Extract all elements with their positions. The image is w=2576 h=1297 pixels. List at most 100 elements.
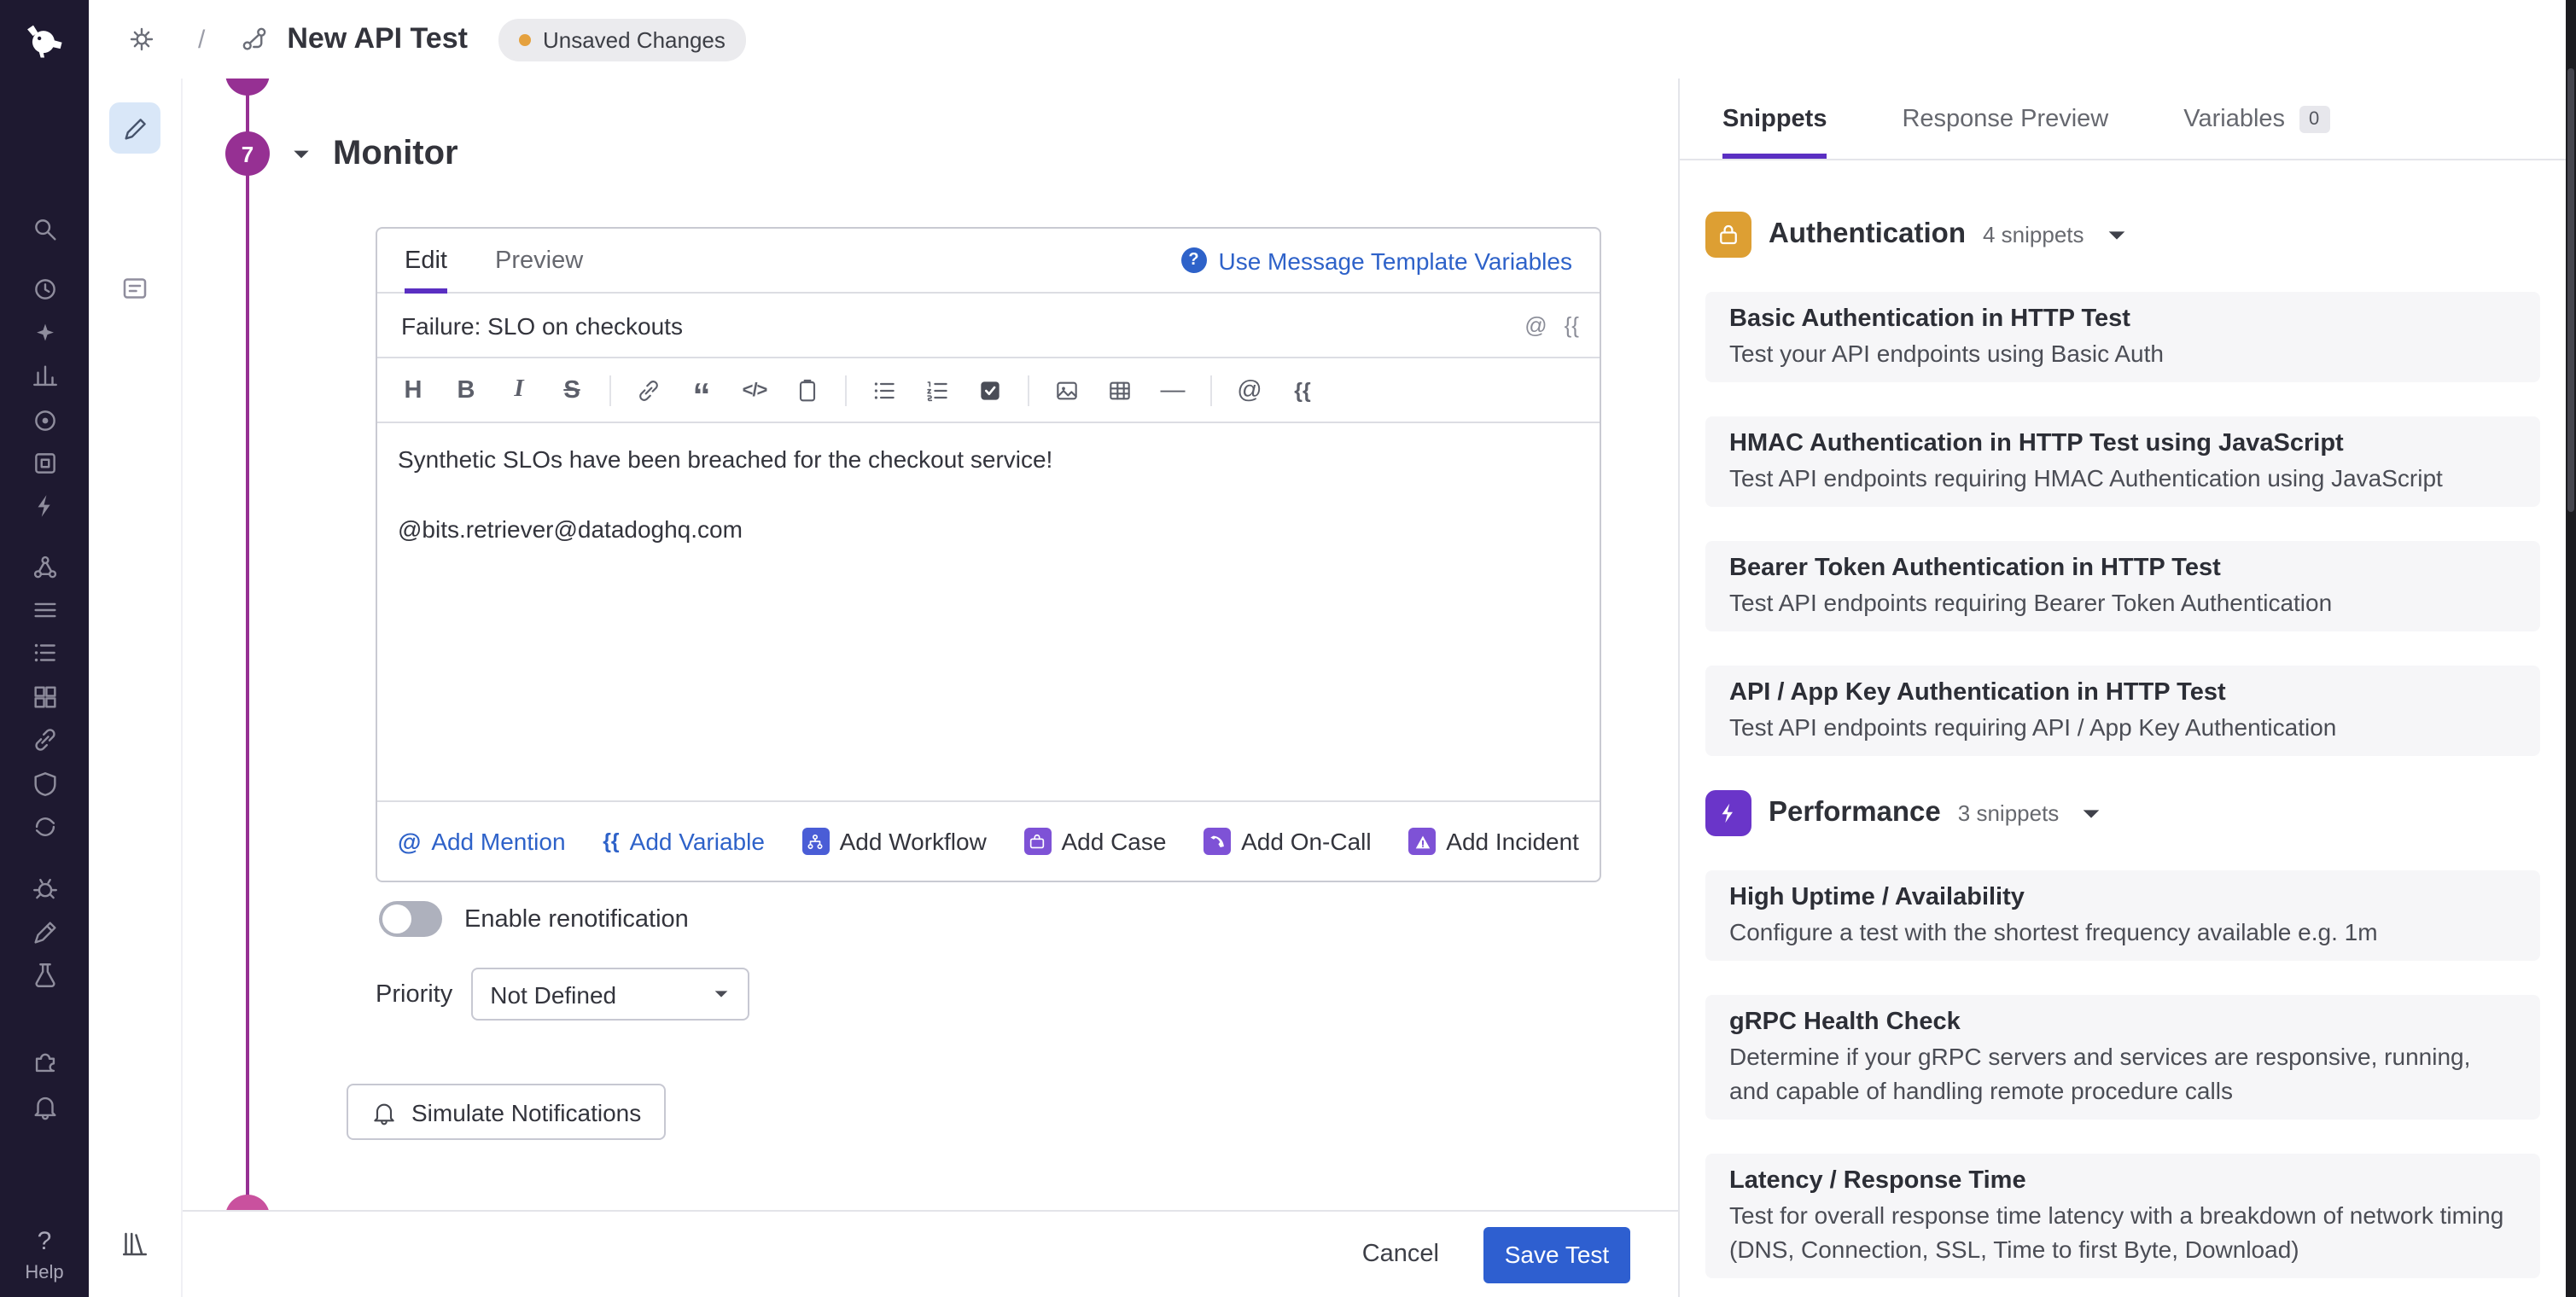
sparkles-icon[interactable] [0,312,89,353]
variable-hint-icon[interactable]: {{ [1565,312,1579,338]
metrics-icon[interactable] [0,399,89,440]
snippet-item[interactable]: API / App Key Authentication in HTTP Tes… [1705,666,2540,756]
template-variables-link[interactable]: ? Use Message Template Variables [1180,247,1572,274]
scrollbar-thumb[interactable] [2567,68,2574,512]
logs-icon[interactable] [0,631,89,672]
pipelines-icon[interactable] [0,589,89,630]
step-number-badge: 7 [225,131,270,176]
renotification-row: Enable renotification [379,901,689,937]
mention-icon[interactable]: @ [1234,373,1265,407]
code-block-icon[interactable] [792,373,823,407]
snippet-item[interactable]: Bearer Token Authentication in HTTP Test… [1705,541,2540,631]
checkbox-icon[interactable] [975,373,1005,407]
authentication-icon [1705,212,1751,258]
chevron-down-icon[interactable] [2079,801,2103,825]
help-circle-icon: ? [1180,247,1206,273]
tab-edit[interactable]: Edit [405,229,447,292]
datadog-logo[interactable] [0,15,89,67]
sync-icon[interactable] [0,806,89,846]
message-body-editor[interactable]: Synthetic SLOs have been breached for th… [377,423,1600,802]
links-icon[interactable] [0,718,89,759]
section-title: Authentication [1769,218,1966,251]
step-rail-line [246,79,249,1273]
software-icon[interactable] [0,676,89,717]
variable-icon[interactable]: {{ [1287,373,1318,407]
incident-icon [1408,828,1436,855]
add-case-button[interactable]: Add Case [1023,828,1166,855]
help-icon[interactable]: ? [0,1229,89,1256]
apm-icon[interactable] [0,485,89,526]
table-icon[interactable] [1104,373,1135,407]
strikethrough-button[interactable]: S [557,373,587,407]
numbered-list-icon[interactable] [922,373,953,407]
snippet-item[interactable]: HMAC Authentication in HTTP Test using J… [1705,416,2540,507]
library-icon[interactable] [89,1229,181,1259]
security-icon[interactable] [0,763,89,804]
dashboards-icon[interactable] [0,355,89,396]
horizontal-rule-icon[interactable]: — [1157,373,1188,407]
help-section[interactable]: ? Help [0,1229,89,1283]
snippet-item[interactable]: Basic Authentication in HTTP Test Test y… [1705,292,2540,382]
image-icon[interactable] [1052,373,1082,407]
snippet-item[interactable]: Latency / Response Time Test for overall… [1705,1154,2540,1278]
variables-count-badge: 0 [2299,105,2329,132]
code-icon[interactable]: </> [739,373,770,407]
synthetics-icon[interactable] [0,911,89,952]
simulate-notifications-button[interactable]: Simulate Notifications [347,1084,665,1140]
add-workflow-button[interactable]: Add Workflow [802,828,987,855]
lab-icon[interactable] [0,954,89,995]
tab-response-preview[interactable]: Response Preview [1902,79,2108,159]
chevron-down-icon[interactable] [2105,223,2129,247]
message-line: @bits.retriever@datadoghq.com [398,514,1579,546]
error-tracking-icon[interactable] [0,867,89,908]
subject-hints: @ {{ [1524,312,1579,338]
snippet-item[interactable]: High Uptime / Availability Configure a t… [1705,870,2540,961]
tab-preview[interactable]: Preview [495,229,583,292]
settings-gear-icon[interactable] [126,24,157,55]
bullet-list-icon[interactable] [869,373,900,407]
save-test-button[interactable]: Save Test [1483,1226,1630,1282]
bell-icon [370,1098,398,1125]
add-mention-button[interactable]: @ Add Mention [398,828,566,855]
service-map-icon[interactable] [0,546,89,587]
infrastructure-icon[interactable] [0,442,89,483]
renotification-label: Enable renotification [464,905,689,933]
link-icon[interactable] [633,373,664,407]
test-config-icon[interactable] [89,273,181,304]
status-badge: Unsaved Changes [498,18,746,61]
bold-button[interactable]: B [451,373,481,407]
step-title: Monitor [333,134,458,173]
oncall-icon [1203,828,1231,855]
notifications-icon[interactable] [0,1085,89,1126]
snippets-list: Authentication 4 snippets Basic Authenti… [1680,160,2566,1278]
heading-button[interactable]: H [398,373,428,407]
quote-icon[interactable]: “ [686,366,717,414]
section-header-performance: Performance 3 snippets [1705,790,2540,836]
editor-tabs: Edit Preview ? Use Message Template Vari… [377,229,1600,294]
search-icon[interactable] [0,208,89,249]
section-header-authentication: Authentication 4 snippets [1705,212,2540,258]
integrations-icon[interactable] [0,1041,89,1082]
add-oncall-button[interactable]: Add On-Call [1203,828,1372,855]
message-line: Synthetic SLOs have been breached for th… [398,444,1579,476]
tab-snippets[interactable]: Snippets [1722,79,1827,159]
priority-select[interactable]: Not Defined [471,968,749,1021]
subject-input[interactable] [398,310,1524,340]
unsaved-dot-icon [519,33,531,45]
formatting-toolbar: H B I S “ </> — @ {{ [377,358,1600,423]
history-icon[interactable] [0,268,89,309]
mention-hint-icon[interactable]: @ [1524,312,1547,338]
italic-button[interactable]: I [504,373,534,407]
add-incident-button[interactable]: Add Incident [1408,828,1579,855]
tab-variables[interactable]: Variables 0 [2183,79,2329,159]
snippets-panel: Snippets Response Preview Variables 0 Au… [1680,79,2566,1297]
add-variable-button[interactable]: {{ Add Variable [603,828,765,855]
collapse-chevron-icon[interactable] [290,142,312,165]
edit-test-button[interactable] [109,102,160,154]
page-scrollbar[interactable] [2566,0,2576,1297]
toggle-knob [382,904,411,933]
top-bar: / New API Test Unsaved Changes [89,0,2576,79]
renotification-toggle[interactable] [379,901,442,937]
cancel-button[interactable]: Cancel [1362,1241,1439,1268]
snippet-item[interactable]: gRPC Health Check Determine if your gRPC… [1705,995,2540,1120]
